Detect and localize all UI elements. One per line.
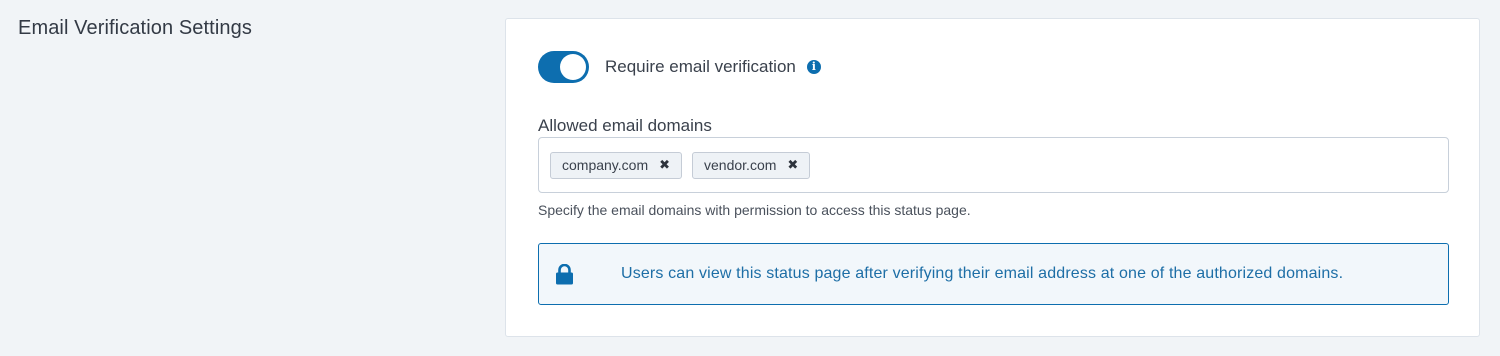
lock-icon (556, 263, 573, 284)
info-icon[interactable]: i (806, 60, 821, 74)
allowed-domains-label: Allowed email domains (538, 116, 712, 135)
allowed-domains-help-text: Specify the email domains with permissio… (538, 202, 971, 218)
domain-tag-label: company.com (562, 157, 649, 173)
domain-tag: vendor.com ✖ (692, 151, 811, 179)
notice-text: Users can view this status page after ve… (621, 265, 1344, 282)
section-title: Email Verification Settings (18, 17, 252, 39)
close-icon[interactable]: ✖ (659, 158, 670, 173)
domain-tag-label: vendor.com (704, 157, 777, 173)
toggle-knob (560, 54, 586, 80)
close-icon[interactable]: ✖ (787, 158, 798, 173)
domain-tag: company.com ✖ (550, 151, 683, 179)
require-verification-toggle[interactable] (538, 51, 589, 83)
require-verification-row: Require email verification i (538, 51, 821, 83)
require-verification-label: Require email verification (605, 57, 796, 76)
email-verification-card: Require email verification i Allowed ema… (505, 18, 1480, 337)
allowed-domains-input[interactable]: company.com ✖ vendor.com ✖ (538, 137, 1449, 193)
verification-notice: Users can view this status page after ve… (538, 243, 1449, 305)
